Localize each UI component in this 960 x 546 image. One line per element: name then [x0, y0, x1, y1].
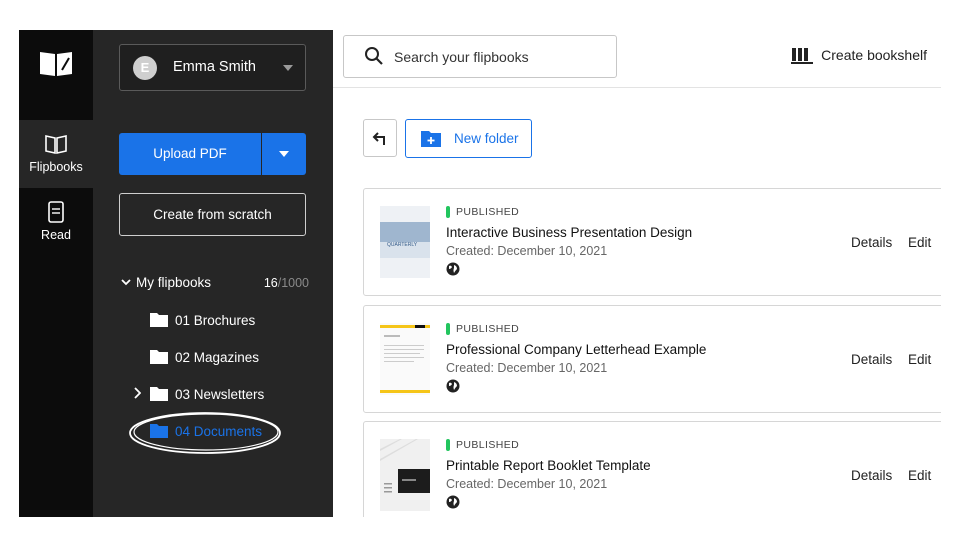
chevron-right-icon[interactable] — [133, 387, 141, 399]
back-arrow-icon — [372, 132, 385, 145]
flipbook-thumbnail[interactable] — [380, 439, 430, 511]
flipbook-created-date: Created: December 10, 2021 — [446, 361, 608, 375]
flipbook-title[interactable]: Printable Report Booklet Template — [446, 458, 651, 473]
folder-label: 03 Newsletters — [175, 387, 265, 402]
search-icon — [365, 47, 383, 65]
tree-title: My flipbooks — [136, 275, 212, 290]
folder-label: 01 Brochures — [175, 313, 256, 328]
search-box[interactable] — [343, 35, 617, 78]
rail-item-label: Read — [41, 228, 71, 242]
chevron-down-icon — [121, 279, 131, 286]
main-content: Create bookshelf New folder QUARTER — [333, 30, 941, 517]
flipbook-thumbnail[interactable]: QUARTERLY — [380, 206, 430, 278]
create-bookshelf-button[interactable]: Create bookshelf — [791, 47, 927, 67]
edit-link[interactable]: Edit — [908, 468, 931, 483]
bookshelf-icon — [791, 48, 814, 64]
user-menu[interactable]: E Emma Smith — [119, 44, 306, 91]
back-button[interactable] — [363, 119, 397, 157]
document-icon — [48, 201, 64, 223]
flipbook-card[interactable]: QUARTERLY PUBLISHED Interactive Business… — [363, 188, 941, 296]
flipbook-title[interactable]: Interactive Business Presentation Design — [446, 225, 692, 240]
flipbook-created-date: Created: December 10, 2021 — [446, 477, 608, 491]
top-bar: Create bookshelf — [333, 30, 941, 88]
upload-options-dropdown[interactable] — [262, 133, 306, 175]
flipbook-thumbnail[interactable] — [380, 323, 430, 395]
edit-link[interactable]: Edit — [908, 352, 931, 367]
globe-icon — [446, 262, 460, 276]
search-input[interactable] — [394, 47, 604, 67]
folder-label: 02 Magazines — [175, 350, 260, 365]
folder-icon — [150, 387, 168, 401]
user-name: Emma Smith — [173, 59, 256, 75]
details-link[interactable]: Details — [851, 468, 892, 483]
rail-item-flipbooks[interactable]: Flipbooks — [19, 120, 93, 188]
flipbook-card[interactable]: PUBLISHED Printable Report Booklet Templ… — [363, 421, 941, 517]
details-link[interactable]: Details — [851, 235, 892, 250]
avatar: E — [133, 56, 157, 80]
open-book-icon — [45, 135, 67, 154]
flipbook-title[interactable]: Professional Company Letterhead Example — [446, 342, 706, 357]
globe-icon — [446, 495, 460, 509]
chevron-down-icon — [283, 65, 293, 71]
flipbook-card[interactable]: PUBLISHED Professional Company Letterhea… — [363, 305, 941, 413]
app-window: Flipbooks Read E Emma Smith Upload PDF C… — [19, 30, 941, 517]
rail-item-read[interactable]: Read — [19, 188, 93, 256]
new-folder-button[interactable]: New folder — [405, 119, 532, 158]
rail-item-label: Flipbooks — [29, 160, 83, 174]
thumbnail-text: QUARTERLY — [387, 242, 418, 248]
folder-icon — [150, 313, 168, 327]
details-link[interactable]: Details — [851, 352, 892, 367]
highlight-circle-annotation — [129, 412, 281, 454]
flipbook-count: 16/1000 — [263, 276, 309, 290]
folder-icon — [150, 350, 168, 364]
flipbook-created-date: Created: December 10, 2021 — [446, 244, 608, 258]
folder-plus-icon — [421, 131, 441, 147]
create-from-scratch-button[interactable]: Create from scratch — [119, 193, 306, 236]
nav-rail: Flipbooks Read — [19, 30, 93, 517]
bookshelf-label: Create bookshelf — [821, 47, 927, 63]
upload-pdf-button[interactable]: Upload PDF — [119, 133, 261, 175]
logo-icon[interactable] — [38, 50, 74, 78]
my-flipbooks-toggle[interactable]: My flipbooks 16/1000 — [119, 274, 309, 292]
edit-link[interactable]: Edit — [908, 235, 931, 250]
sidebar: E Emma Smith Upload PDF Create from scra… — [93, 30, 333, 517]
globe-icon — [446, 379, 460, 393]
new-folder-label: New folder — [454, 131, 519, 146]
